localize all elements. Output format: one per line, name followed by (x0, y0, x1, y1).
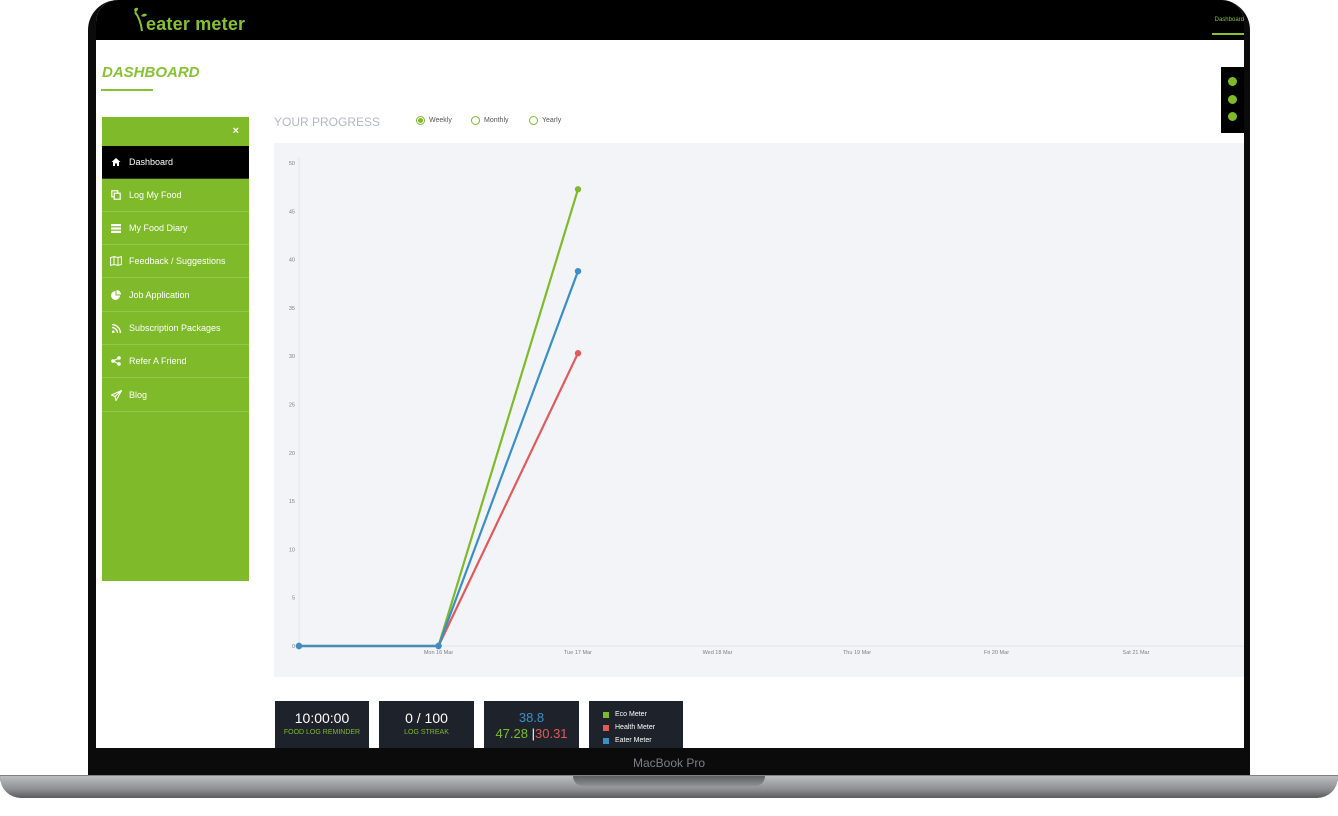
sidebar-item-label: Feedback / Suggestions (129, 256, 226, 266)
x-tick-label: Thu 19 Mar (843, 650, 871, 656)
legend-swatch (603, 724, 609, 731)
sidebar-close-button[interactable]: × (233, 125, 239, 137)
data-point (295, 642, 303, 650)
x-tick-label: Fri 20 Mar (984, 650, 1009, 656)
eater-meter-value: 38.8 (518, 710, 545, 725)
sidebar-item-label: Dashboard (129, 157, 174, 167)
y-tick-label: 45 (289, 209, 295, 215)
sidebar-item-label: Blog (129, 390, 148, 400)
rss-icon (110, 323, 122, 333)
reminder-label: FOOD LOG REMINDER (283, 729, 361, 736)
copy-icon (110, 190, 122, 200)
x-tick-label: Mon 16 Mar (424, 650, 454, 656)
line-chart: 0 5 10 15 20 25 30 35 40 45 50 Mon 16 Mar Tue 17 Mar… (289, 157, 1244, 656)
legend-eco-meter: Eco Meter (603, 708, 683, 721)
map-icon (110, 256, 122, 266)
meter-legend-card: Eco Meter Health Meter Eater Meter (589, 701, 683, 748)
radio-weekly[interactable]: Weekly (416, 116, 452, 125)
eater-status-dot (1228, 112, 1237, 121)
sidebar-item-label: Subscription Packages (129, 323, 221, 333)
streak-label: LOG STREAK (404, 729, 449, 736)
paper-plane-icon (110, 389, 122, 401)
radio-label: Monthly (484, 117, 509, 124)
health-status-dot (1228, 95, 1237, 104)
legend-label: Eco Meter (615, 711, 647, 718)
y-tick-label: 25 (289, 403, 295, 409)
sidebar-item-label: My Food Diary (129, 223, 188, 233)
legend-label: Eater Meter (615, 737, 652, 744)
nav-active-underline (1212, 33, 1244, 35)
y-tick-label: 50 (289, 161, 295, 167)
radio-selected-icon (416, 116, 425, 125)
radio-label: Weekly (429, 117, 452, 124)
y-tick-label: 35 (289, 306, 295, 312)
series-line-health-meter (299, 352, 579, 648)
sidebar-item-subscription-packages[interactable]: Subscription Packages (102, 312, 249, 345)
legend-health-meter: Health Meter (603, 721, 683, 734)
legend-swatch (603, 737, 609, 744)
title-underline (101, 89, 153, 91)
page-title: DASHBOARD (102, 64, 200, 81)
data-point (435, 642, 442, 650)
y-tick-label: 30 (289, 354, 295, 360)
y-tick-label: 0 (292, 644, 295, 650)
sidebar-item-label: Log My Food (129, 190, 182, 200)
progress-title: YOUR PROGRESS (274, 115, 381, 129)
share-icon (110, 356, 122, 366)
log-streak-card: 0 / 100 LOG STREAK (379, 701, 474, 748)
home-icon (110, 157, 122, 167)
pie-chart-icon (110, 290, 122, 300)
nav-link-dashboard[interactable]: Dashboard (1215, 17, 1244, 23)
meter-indicator-panel (1221, 67, 1244, 133)
radio-label: Yearly (542, 117, 562, 124)
sidebar-item-label: Refer A Friend (129, 356, 187, 366)
radio-unselected-icon (529, 116, 538, 125)
x-tick-label: Tue 17 Mar (564, 650, 592, 656)
sidebar-item-job-application[interactable]: Job Application (102, 279, 249, 312)
eco-status-dot (1228, 77, 1237, 86)
x-tick-label: Wed 18 Mar (703, 650, 733, 656)
sidebar-item-blog[interactable]: Blog (102, 379, 249, 412)
device-label: MacBook Pro (632, 756, 706, 770)
data-point (574, 350, 582, 357)
sidebar-item-my-food-diary[interactable]: My Food Diary (102, 212, 249, 245)
legend-label: Health Meter (615, 724, 656, 731)
sidebar-item-dashboard[interactable]: Dashboard (102, 146, 249, 179)
sidebar-item-label: Job Application (129, 290, 190, 300)
app-screen: eater meter Dashboard DASHBOARD × Dashbo… (96, 0, 1244, 748)
sidebar-item-feedback[interactable]: Feedback / Suggestions (102, 245, 249, 278)
reminder-time: 10:00:00 (294, 710, 350, 726)
legend-swatch (603, 711, 609, 718)
top-navbar: eater meter Dashboard (96, 0, 1244, 40)
radio-monthly[interactable]: Monthly (471, 116, 509, 125)
streak-value: 0 / 100 (405, 710, 448, 726)
food-log-reminder-card: 10:00:00 FOOD LOG REMINDER (275, 701, 369, 748)
y-tick-label: 40 (289, 258, 295, 264)
data-point (574, 267, 582, 275)
progress-chart: 0 5 10 15 20 25 30 35 40 45 50 Mon 16 Mar Tue 17 Mar… (274, 143, 1244, 677)
sidebar: × Dashboard Log My Food My Food Diary Fe… (102, 117, 249, 581)
app-logo[interactable]: eater meter (146, 14, 245, 35)
meter-scores-card: 38.8 47.28 |30.31 (484, 701, 579, 748)
sidebar-item-log-my-food[interactable]: Log My Food (102, 179, 249, 212)
radio-unselected-icon (471, 116, 480, 125)
laptop-notch (573, 776, 765, 786)
sidebar-item-refer-a-friend[interactable]: Refer A Friend (102, 345, 249, 378)
health-meter-value: 30.31 (535, 726, 568, 741)
x-tick-label: Sat 21 Mar (1123, 650, 1150, 656)
y-tick-label: 15 (289, 499, 295, 505)
list-icon (110, 223, 122, 233)
eco-meter-value: 47.28 (495, 726, 528, 741)
series-line-eco-meter (299, 188, 580, 648)
legend-eater-meter: Eater Meter (603, 734, 683, 747)
data-point (574, 186, 582, 193)
y-tick-label: 20 (289, 451, 295, 457)
y-tick-label: 5 (292, 596, 295, 602)
y-tick-label: 10 (289, 547, 295, 553)
radio-yearly[interactable]: Yearly (529, 116, 561, 125)
